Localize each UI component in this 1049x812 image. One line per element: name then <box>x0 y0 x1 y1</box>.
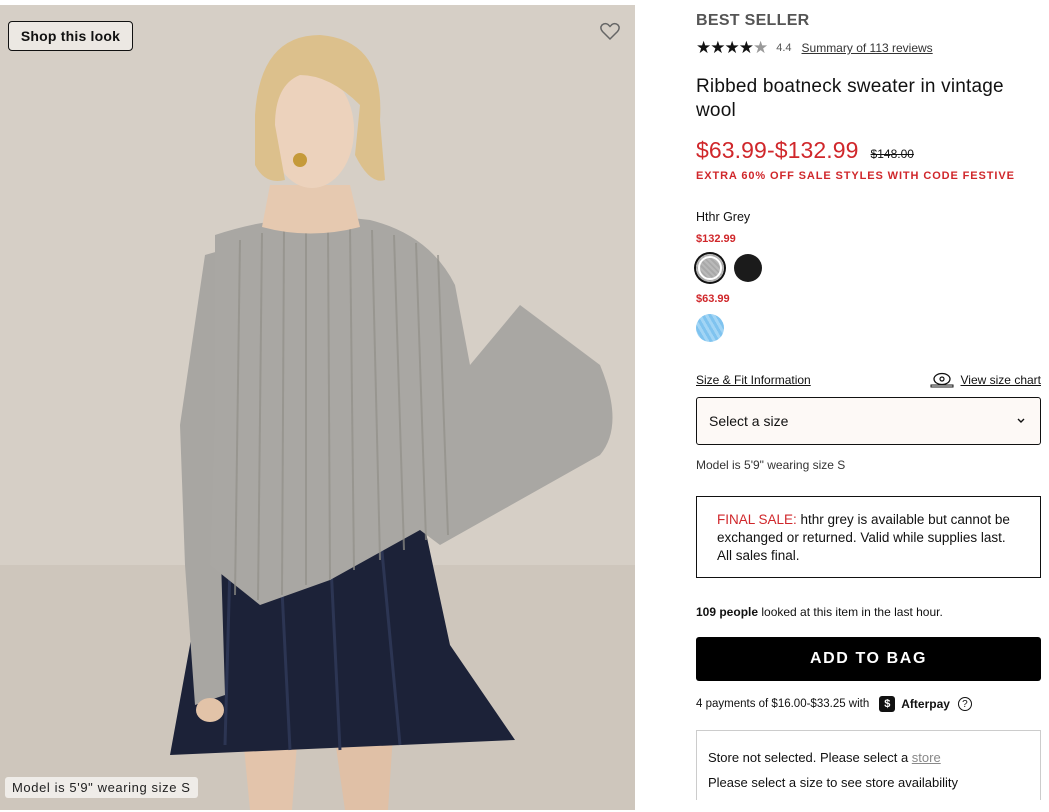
model-size-note: Model is 5'9" wearing size S <box>696 458 846 472</box>
afterpay-brand: Afterpay <box>901 697 950 711</box>
size-info-row: Size & Fit Information View size chart <box>696 369 1041 391</box>
swatch-hthr-grey[interactable] <box>696 254 724 282</box>
viewers-count: 109 people <box>696 605 759 619</box>
chevron-down-icon <box>1017 418 1025 423</box>
size-select-placeholder: Select a size <box>709 413 789 429</box>
swatch-light-blue[interactable] <box>696 314 724 342</box>
swatch-row <box>696 254 1041 284</box>
afterpay-row: 4 payments of $16.00-$33.25 with $ After… <box>696 695 1041 713</box>
viewers-text: looked at this item in the last hour. <box>758 605 943 619</box>
star-rating-icon: ★★★★★ <box>696 38 768 57</box>
product-title: Ribbed boatneck sweater in vintage wool <box>696 76 1004 121</box>
best-seller-badge: BEST SELLER <box>696 12 810 29</box>
promo-text: EXTRA 60% OFF SALE STYLES WITH CODE FEST… <box>696 170 1015 182</box>
reviews-summary-link[interactable]: Summary of 113 reviews <box>802 41 933 55</box>
original-price: $148.00 <box>870 147 914 161</box>
measuring-tape-icon <box>930 372 954 388</box>
final-sale-notice: FINAL SALE: hthr grey is available but c… <box>696 496 1041 578</box>
store-size-note: Please select a size to see store availa… <box>708 775 959 790</box>
model-photo <box>0 5 635 810</box>
view-size-chart-link[interactable]: View size chart <box>961 373 1041 387</box>
size-chart-group[interactable]: View size chart <box>929 372 1041 388</box>
rating-value: 4.4 <box>776 42 792 54</box>
select-store-link[interactable]: store <box>912 750 941 765</box>
size-fit-info-link[interactable]: Size & Fit Information <box>696 373 811 387</box>
model-caption: Model is 5'9" wearing size S <box>5 777 198 798</box>
selected-color-name: Hthr Grey <box>696 210 751 224</box>
price-row: $63.99-$132.99 $148.00 <box>696 137 1041 164</box>
swatch-black[interactable] <box>734 254 762 282</box>
color-group-price: $132.99 <box>696 233 736 245</box>
viewers-count-text: 109 people looked at this item in the la… <box>696 605 1041 619</box>
product-image[interactable]: Shop this look Model is 5'9" wearing siz… <box>0 5 635 810</box>
store-line-text: Store not selected. Please select a <box>708 750 912 765</box>
afterpay-installments-text: 4 payments of $16.00-$33.25 with <box>696 698 870 710</box>
wishlist-heart-icon[interactable] <box>598 19 622 43</box>
product-details-panel: BEST SELLER ★★★★★ 4.4 Summary of 113 rev… <box>696 12 1041 800</box>
shop-this-look-button[interactable]: Shop this look <box>8 21 133 51</box>
final-sale-label: FINAL SALE: <box>717 512 797 527</box>
color-group-price: $63.99 <box>696 293 730 305</box>
swatch-row <box>696 314 1041 344</box>
size-select[interactable]: Select a size <box>696 397 1041 445</box>
store-availability-box: Store not selected. Please select a stor… <box>696 730 1041 800</box>
rating-row: ★★★★★ 4.4 Summary of 113 reviews <box>696 37 1041 59</box>
store-not-selected-line: Store not selected. Please select a stor… <box>708 745 1029 770</box>
help-icon[interactable]: ? <box>957 697 972 711</box>
sale-price: $63.99-$132.99 <box>696 137 859 163</box>
afterpay-logo-icon: $ <box>879 696 896 712</box>
add-to-bag-button[interactable]: ADD TO BAG <box>696 637 1041 681</box>
